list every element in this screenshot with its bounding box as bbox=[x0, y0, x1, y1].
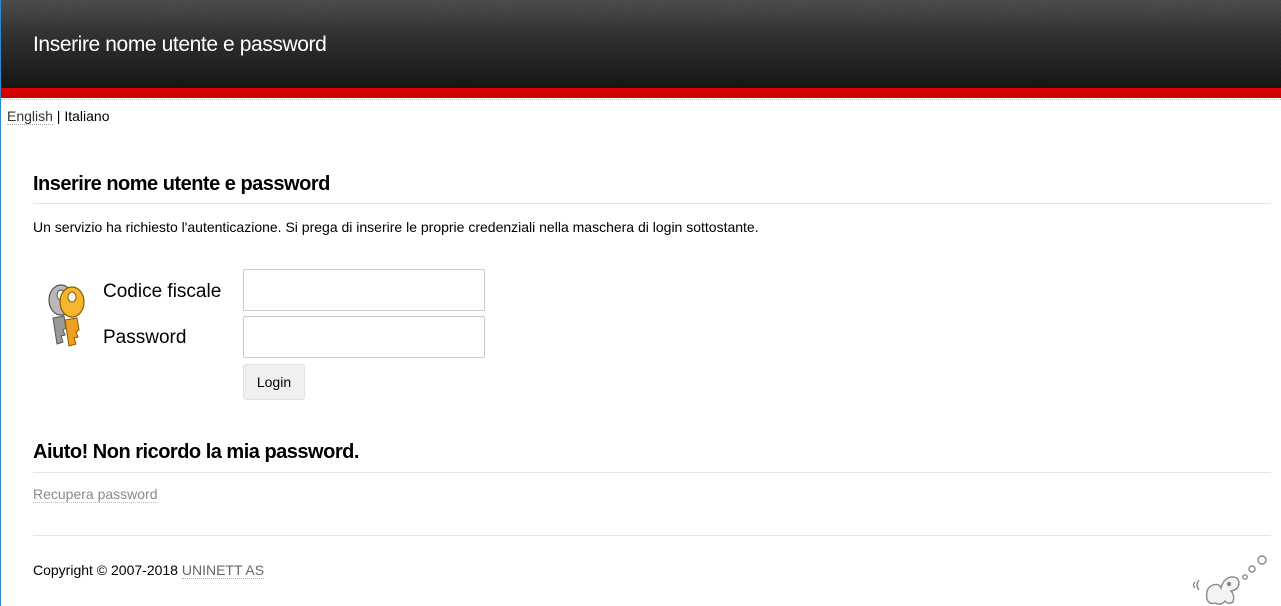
divider bbox=[1, 99, 1281, 100]
language-separator: | bbox=[52, 108, 65, 124]
divider bbox=[33, 535, 1271, 536]
password-label: Password bbox=[103, 327, 187, 348]
page-title: Inserire nome utente e password bbox=[33, 173, 330, 195]
login-page: Inserire nome utente e password English … bbox=[0, 0, 1281, 606]
help-heading: Aiuto! Non ricordo la mia password. bbox=[33, 441, 359, 463]
header-bar: Inserire nome utente e password bbox=[1, 0, 1281, 88]
divider bbox=[33, 203, 1271, 204]
header-title: Inserire nome utente e password bbox=[33, 33, 327, 56]
mascot-logo-icon bbox=[1192, 555, 1267, 605]
copyright: Copyright © 2007-2018 UNINETT AS bbox=[33, 562, 265, 579]
language-english-link[interactable]: English bbox=[7, 108, 53, 125]
password-input[interactable] bbox=[243, 316, 485, 358]
recover-password-link[interactable]: Recupera password bbox=[33, 486, 158, 503]
keys-icon bbox=[48, 284, 85, 347]
username-input[interactable] bbox=[243, 269, 485, 311]
username-label: Codice fiscale bbox=[103, 281, 222, 302]
login-button[interactable]: Login bbox=[243, 364, 305, 400]
company-link[interactable]: UNINETT AS bbox=[181, 562, 265, 579]
language-italiano: Italiano bbox=[64, 108, 110, 124]
header-accent-bar bbox=[1, 88, 1281, 98]
intro-text: Un servizio ha richiesto l'autenticazion… bbox=[33, 219, 759, 235]
language-switcher: English | Italiano bbox=[7, 108, 110, 125]
divider bbox=[33, 472, 1271, 473]
copyright-text: Copyright © 2007-2018 bbox=[33, 562, 182, 578]
